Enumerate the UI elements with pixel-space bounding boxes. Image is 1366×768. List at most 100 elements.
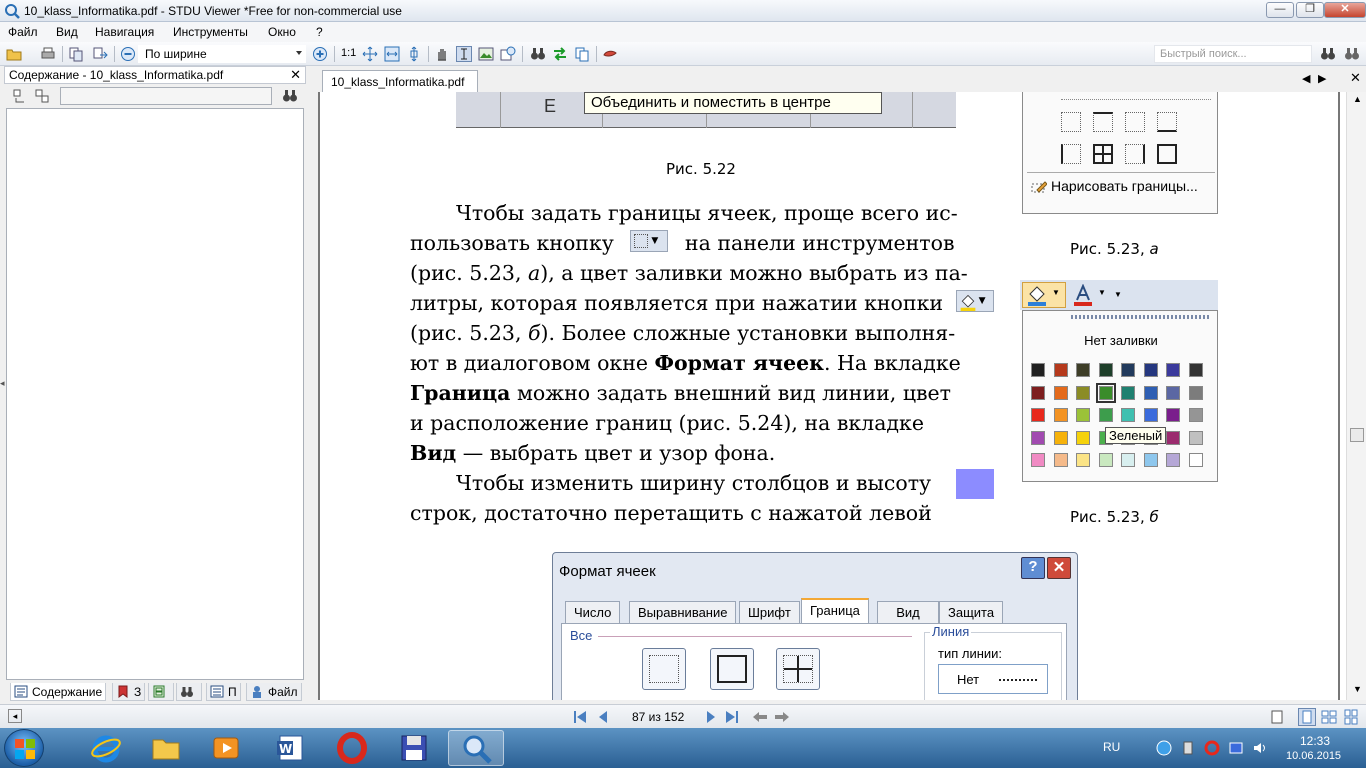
keyboard-language[interactable]: RU [1103, 740, 1120, 754]
tab-scroll-left-icon[interactable]: ◀ [1302, 72, 1310, 85]
close-window-button[interactable]: ✕ [1324, 2, 1366, 18]
taskbar-word[interactable]: W [262, 730, 318, 766]
zoom-in-icon[interactable] [312, 46, 328, 62]
contents-tree[interactable] [6, 108, 304, 680]
first-page-icon[interactable] [572, 710, 588, 724]
border-icon [1157, 112, 1177, 132]
donate-icon[interactable] [602, 46, 618, 62]
image-select-icon[interactable] [478, 46, 494, 62]
close-icon[interactable]: ✕ [290, 67, 301, 83]
color-swatch [1188, 363, 1203, 377]
status-bar: ◂ 87 из 152 [0, 704, 1366, 728]
clock-date[interactable]: 10.06.2015 [1286, 750, 1341, 762]
taskbar-internet-explorer[interactable] [78, 730, 134, 766]
usb-device-icon[interactable] [1180, 740, 1196, 756]
contents-find-icon[interactable] [282, 88, 298, 104]
toolbar: По ширине 1:1 Быстрый поиск... [0, 42, 1366, 66]
copy-page-icon[interactable] [68, 46, 84, 62]
start-button[interactable] [4, 729, 44, 767]
color-swatch [1053, 363, 1068, 377]
scroll-down-icon[interactable]: ▼ [1353, 684, 1362, 694]
page-number-display[interactable]: 87 из 152 [632, 710, 684, 724]
text-select-icon[interactable] [456, 46, 472, 62]
snapshot-icon[interactable] [500, 46, 516, 62]
volume-icon[interactable] [1252, 740, 1268, 756]
menu-tools[interactable]: Инструменты [173, 25, 248, 39]
maximize-button[interactable]: ❐ [1296, 2, 1324, 18]
color-swatch [1053, 408, 1068, 422]
color-swatch [1188, 453, 1203, 467]
taskbar-opera[interactable] [324, 730, 380, 766]
find-binoculars-icon[interactable] [530, 46, 546, 62]
contents-panel-title: Содержание - 10_klass_Informatika.pdf [9, 68, 224, 82]
tab-bookmarks[interactable]: З [112, 683, 146, 701]
menu-view[interactable]: Вид [56, 25, 78, 39]
copy-icon[interactable] [574, 46, 590, 62]
dialog-title: Формат ячеек [559, 563, 656, 580]
forward-icon[interactable] [774, 710, 790, 724]
last-page-icon[interactable] [724, 710, 740, 724]
hand-tool-icon[interactable] [434, 46, 450, 62]
opera-tray-icon[interactable] [1204, 740, 1220, 756]
search-binoculars-icon[interactable] [1320, 46, 1336, 62]
vertical-scrollbar[interactable]: ▲ ▼ [1346, 92, 1366, 700]
single-page-view-icon[interactable] [1298, 708, 1316, 726]
export-page-icon[interactable] [92, 46, 108, 62]
fit-height-icon[interactable] [406, 46, 422, 62]
contents-search-input[interactable] [60, 87, 272, 105]
taskbar-media-player[interactable] [198, 730, 254, 766]
continuous-view-icon[interactable] [1342, 708, 1360, 726]
border-icon [1093, 112, 1113, 132]
opera-icon [337, 732, 367, 764]
network-globe-icon[interactable] [1156, 740, 1172, 756]
minimize-button[interactable]: — [1266, 2, 1294, 18]
collapse-all-icon[interactable] [34, 88, 50, 104]
media-player-icon [213, 737, 239, 759]
open-folder-icon[interactable] [6, 46, 22, 62]
tab-thumbnails[interactable] [148, 683, 174, 701]
document-tab[interactable]: 10_klass_Informatika.pdf [322, 70, 478, 92]
color-swatch [1031, 363, 1045, 377]
back-icon[interactable] [752, 710, 768, 724]
view-mode-icon[interactable] [1270, 710, 1286, 724]
clock-time[interactable]: 12:33 [1300, 734, 1330, 748]
menu-help[interactable]: ? [316, 25, 323, 39]
expand-all-icon[interactable] [12, 88, 28, 104]
quick-search-input[interactable]: Быстрый поиск... [1154, 45, 1312, 63]
tab-scroll-right-icon[interactable]: ▶ [1318, 72, 1326, 85]
document-viewer[interactable]: E Объединить и поместить в центре Рис. 5… [318, 92, 1348, 700]
taskbar-explorer[interactable] [138, 730, 194, 766]
scroll-left-icon[interactable]: ◂ [8, 709, 22, 723]
tab-file[interactable]: Файл [246, 683, 302, 701]
print-icon[interactable] [40, 46, 56, 62]
menu-window[interactable]: Окно [268, 25, 296, 39]
tab-pages[interactable]: П [206, 683, 241, 701]
color-swatch [1166, 385, 1180, 400]
border-icon [1061, 112, 1081, 132]
tab-search-results[interactable] [176, 683, 202, 701]
fit-page-icon[interactable] [362, 46, 378, 62]
two-page-view-icon[interactable] [1320, 708, 1338, 726]
close-document-icon[interactable]: ✕ [1350, 70, 1361, 86]
action-center-icon[interactable] [1228, 740, 1244, 756]
body-text-line: (рис. 5.23, б). Более сложные установки … [410, 321, 956, 345]
scroll-thumb[interactable] [1350, 428, 1364, 442]
next-page-icon[interactable] [704, 710, 718, 724]
taskbar-save-app[interactable] [386, 730, 442, 766]
scroll-up-icon[interactable]: ▲ [1353, 94, 1362, 104]
zoom-mode-select[interactable]: По ширине [138, 45, 306, 63]
search-options-icon[interactable] [1344, 46, 1360, 62]
menu-file[interactable]: Файл [8, 25, 38, 39]
panel-splitter-handle[interactable]: ◂ [0, 378, 5, 390]
color-swatch [1098, 363, 1113, 377]
previous-page-icon[interactable] [596, 710, 610, 724]
color-swatch [1076, 408, 1090, 422]
menu-navigation[interactable]: Навигация [95, 25, 154, 39]
actual-size-button[interactable]: 1:1 [341, 47, 356, 59]
fit-width-icon[interactable] [384, 46, 400, 62]
tab-contents[interactable]: Содержание [10, 683, 107, 701]
find-next-icon[interactable] [552, 46, 568, 62]
zoom-out-icon[interactable] [120, 46, 136, 62]
windows-logo-icon [15, 739, 35, 759]
taskbar-stdu-viewer[interactable] [448, 730, 504, 766]
